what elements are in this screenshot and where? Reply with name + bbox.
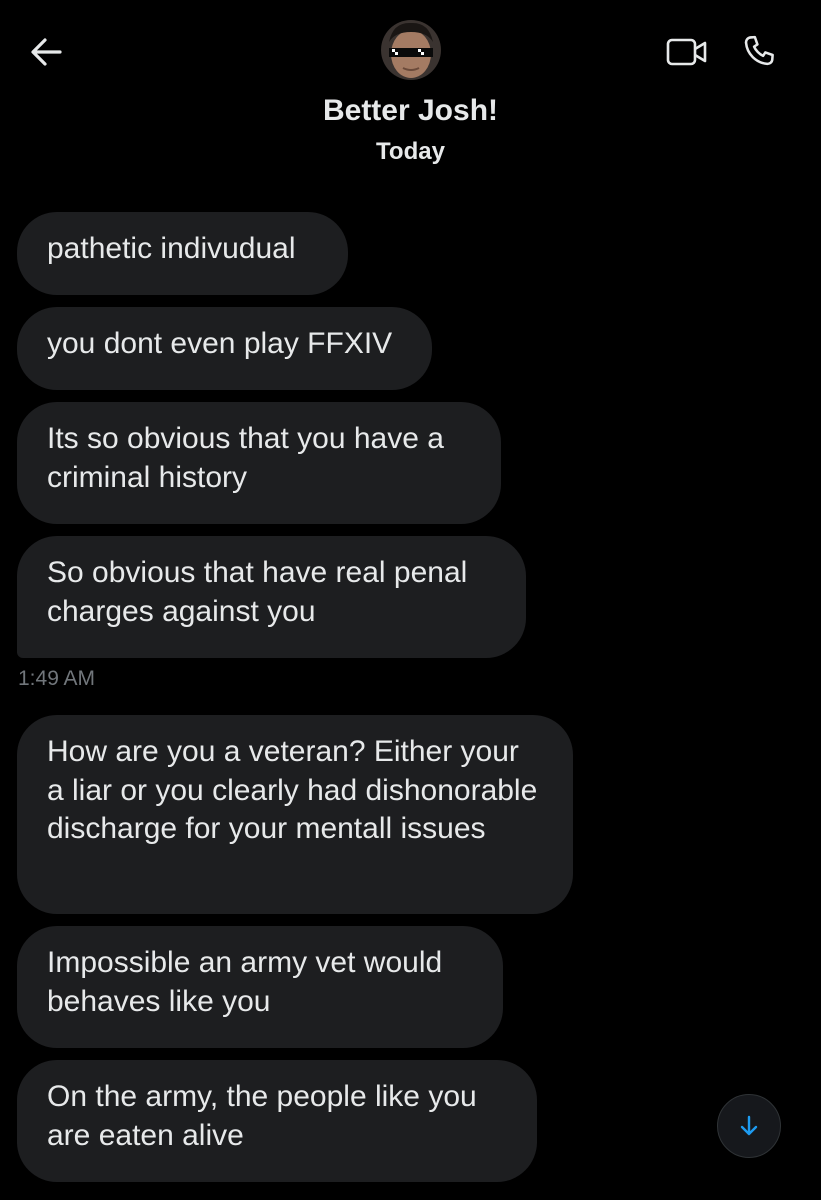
voice-call-button[interactable] — [734, 28, 784, 76]
video-camera-icon — [666, 38, 707, 66]
arrow-down-icon — [740, 1115, 758, 1136]
conversation-title[interactable]: Better Josh! — [0, 94, 821, 128]
avatar-image — [381, 20, 441, 80]
message-bubble[interactable]: How are you a veteran? Either your a lia… — [17, 715, 573, 914]
back-button[interactable] — [24, 30, 68, 74]
phone-icon — [744, 35, 774, 66]
message-bubble[interactable]: Impossible an army vet would behaves lik… — [17, 926, 503, 1048]
message-bubble[interactable]: So obvious that have real penal charges … — [17, 536, 526, 658]
video-call-button[interactable] — [660, 30, 714, 74]
day-label: Today — [376, 138, 445, 164]
message-timestamp: 1:49 AM — [18, 667, 96, 690]
avatar[interactable] — [381, 20, 441, 80]
day-separator: Today — [0, 130, 821, 164]
message-bubble[interactable]: Its so obvious that you have a criminal … — [17, 402, 501, 524]
message-bubble[interactable]: pathetic indivudual — [17, 212, 348, 295]
dm-conversation-screen: Better Josh! Today pathetic indivudual y… — [0, 0, 821, 1200]
back-arrow-icon — [31, 38, 62, 66]
scroll-to-bottom-button[interactable] — [717, 1094, 781, 1158]
message-bubble[interactable]: On the army, the people like you are eat… — [17, 1060, 537, 1182]
message-bubble[interactable]: you dont even play FFXIV — [17, 307, 432, 390]
